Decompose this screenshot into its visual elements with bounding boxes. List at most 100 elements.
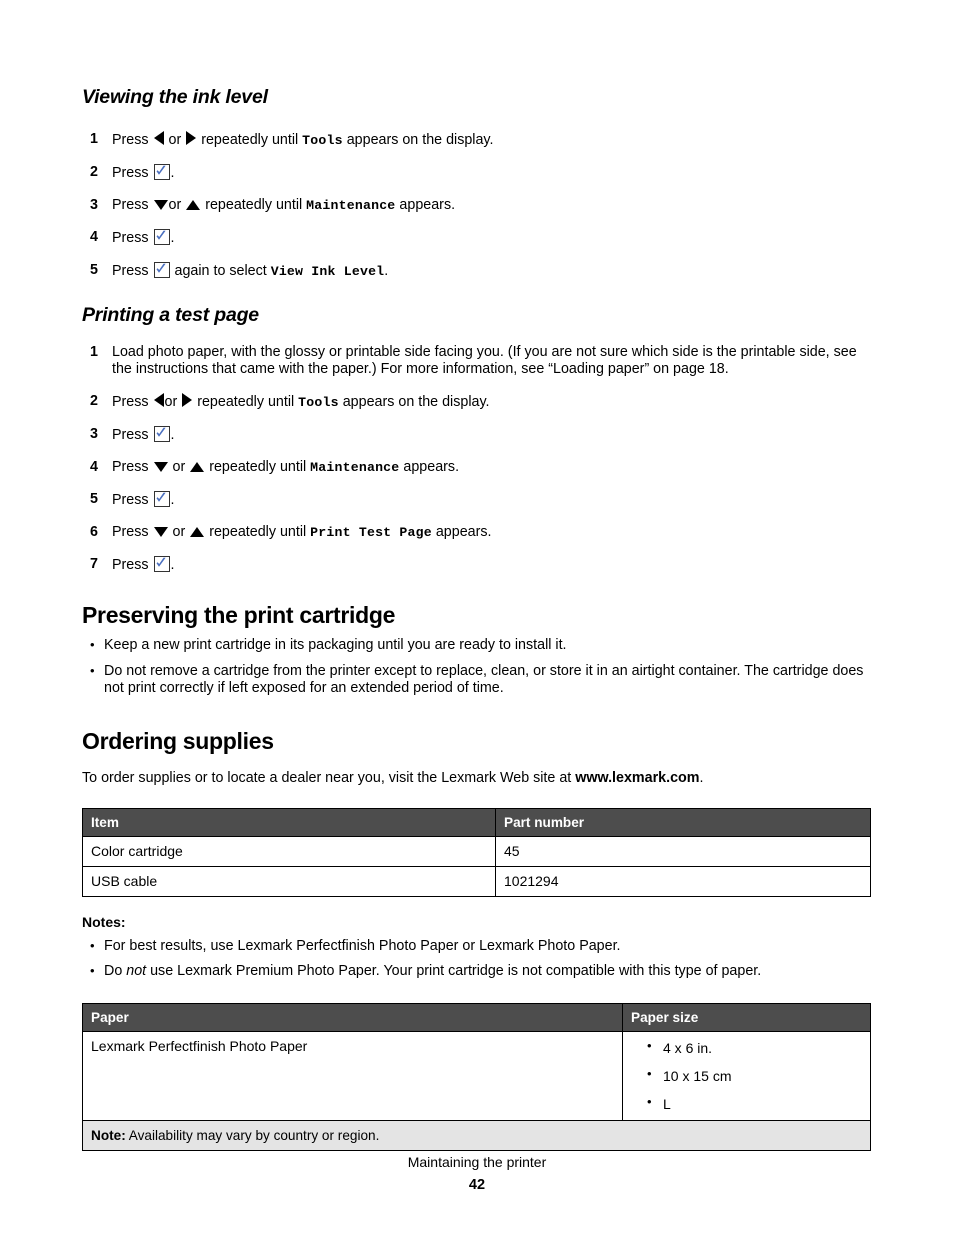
step-text-pre: Press xyxy=(112,132,149,148)
column-header-item: Item xyxy=(82,807,496,837)
step-text-mid: or xyxy=(172,459,186,475)
lexmark-website-link[interactable]: www.lexmark.com xyxy=(575,770,699,786)
step-number: 1 xyxy=(90,344,98,360)
step-item: 5 Press . xyxy=(82,491,872,509)
checkmark-button-icon xyxy=(153,262,170,278)
step-number: 3 xyxy=(90,197,98,213)
column-header-paper: Paper xyxy=(82,1002,623,1032)
list-item: Do not remove a cartridge from the print… xyxy=(82,662,872,698)
step-text-pre: Press xyxy=(112,459,149,475)
step-text-post-b: . xyxy=(170,492,175,508)
step-text-pre: Press xyxy=(112,230,149,246)
step-text-pre: Press xyxy=(112,557,149,573)
table-row: Color cartridge 45 xyxy=(82,835,871,867)
heading-preserving-the-print-cartridge: Preserving the print cartridge xyxy=(82,602,396,628)
list-preserving-tips: Keep a new print cartridge in its packag… xyxy=(82,636,872,698)
step-text-post-b: appears on the display. xyxy=(342,394,490,410)
notes-list: For best results, use Lexmark Perfectfin… xyxy=(82,937,872,981)
display-code: Print Test Page xyxy=(310,525,432,540)
display-code: View Ink Level xyxy=(270,264,385,279)
ordering-intro-pre: To order supplies or to locate a dealer … xyxy=(82,769,576,786)
list-item: Do not use Lexmark Premium Photo Paper. … xyxy=(82,962,872,981)
step-item: 1 Press or repeatedly until Tools appear… xyxy=(82,131,872,149)
cell-paper-sizes: 4 x 6 in. 10 x 15 cm L xyxy=(622,1030,871,1121)
document-page: Viewing the ink level 1 Press or repeate… xyxy=(0,0,954,1235)
checkmark-button-icon xyxy=(153,491,170,507)
step-number: 3 xyxy=(90,426,98,442)
step-text-post-b: appears on the display. xyxy=(346,132,494,148)
supplies-table: Item Part number Color cartridge 45 USB … xyxy=(82,807,871,897)
step-text-pre: Press xyxy=(112,427,149,443)
step-text-pre: Press xyxy=(112,492,149,508)
note-pre: Do xyxy=(104,963,127,979)
down-triangle-icon xyxy=(153,527,168,537)
step-text-mid: or xyxy=(172,524,186,540)
step-text-pre: Press xyxy=(112,263,149,279)
step-item: 1 Load photo paper, with the glossy or p… xyxy=(82,344,872,378)
section-ordering-supplies: Ordering supplies To order supplies or t… xyxy=(82,728,872,1151)
step-item: 4 Press or repeatedly until Maintenance … xyxy=(82,459,872,476)
note-text: Availability may vary by country or regi… xyxy=(125,1127,380,1143)
note-emphasis: not xyxy=(126,963,147,979)
step-text-post-b: appears. xyxy=(399,197,456,213)
checkmark-button-icon xyxy=(153,426,170,442)
step-text-post-b: . xyxy=(170,165,175,181)
step-text-pre: Press xyxy=(112,524,149,540)
heading-printing-a-test-page: Printing a test page xyxy=(82,304,259,326)
up-triangle-icon xyxy=(186,200,201,210)
section-printing-test-page: Printing a test page 1 Load photo paper,… xyxy=(82,304,872,574)
step-text: Load photo paper, with the glossy or pri… xyxy=(112,344,857,377)
step-text-mid: or xyxy=(168,132,182,148)
display-code: Maintenance xyxy=(310,460,400,475)
notes-block: Notes: For best results, use Lexmark Per… xyxy=(82,914,872,981)
note-post: use Lexmark Premium Photo Paper. Your pr… xyxy=(146,963,762,979)
notes-label: Notes: xyxy=(82,913,126,930)
paper-size-list: 4 x 6 in. 10 x 15 cm L xyxy=(631,1038,862,1112)
steps-viewing-ink-level: 1 Press or repeatedly until Tools appear… xyxy=(82,131,872,280)
table-note-row: Note: Availability may vary by country o… xyxy=(82,1119,871,1151)
step-item: 2 Press . xyxy=(82,164,872,182)
step-text-post-b: appears. xyxy=(403,459,460,475)
list-item: 4 x 6 in. xyxy=(643,1038,862,1056)
left-triangle-icon xyxy=(153,131,164,145)
up-triangle-icon xyxy=(190,527,205,537)
table-row: USB cable 1021294 xyxy=(82,865,871,897)
step-item: 6 Press or repeatedly until Print Test P… xyxy=(82,524,872,541)
cell-availability-note: Note: Availability may vary by country o… xyxy=(82,1119,871,1151)
checkmark-button-icon xyxy=(153,229,170,245)
step-item: 2 Press or repeatedly until Tools appear… xyxy=(82,393,872,411)
step-item: 4 Press . xyxy=(82,229,872,247)
step-text-mid: or xyxy=(164,394,178,410)
ordering-intro-post: . xyxy=(699,769,704,786)
section-viewing-ink-level: Viewing the ink level 1 Press or repeate… xyxy=(82,0,872,280)
step-item: 3 Press or repeatedly until Maintenance … xyxy=(82,197,872,214)
display-code: Maintenance xyxy=(306,198,396,213)
display-code: Tools xyxy=(302,133,343,148)
cell-part-number: 45 xyxy=(495,835,871,867)
step-text-post-b: . xyxy=(170,230,175,246)
right-triangle-icon xyxy=(182,393,193,407)
cell-part-number: 1021294 xyxy=(495,865,871,897)
cell-item: USB cable xyxy=(82,865,496,897)
step-text-post-a: repeatedly until xyxy=(197,394,295,410)
step-number: 4 xyxy=(90,459,98,475)
list-item: For best results, use Lexmark Perfectfin… xyxy=(82,937,872,956)
step-number: 2 xyxy=(90,393,98,409)
up-triangle-icon xyxy=(190,462,205,472)
step-text-post-b: appears. xyxy=(435,524,492,540)
step-text-post-b: . xyxy=(384,263,389,279)
page-footer: Maintaining the printer 42 xyxy=(0,1153,954,1193)
step-number: 2 xyxy=(90,164,98,180)
steps-printing-test-page: 1 Load photo paper, with the glossy or p… xyxy=(82,344,872,574)
down-triangle-icon xyxy=(153,462,168,472)
section-preserving-print-cartridge: Preserving the print cartridge Keep a ne… xyxy=(82,602,872,698)
step-text-post-b: . xyxy=(170,427,175,443)
list-item: Keep a new print cartridge in its packag… xyxy=(82,636,872,655)
step-text-pre: Press xyxy=(112,394,149,410)
step-text-post-a: repeatedly until xyxy=(209,524,307,540)
step-text-post-b: . xyxy=(170,557,175,573)
step-number: 4 xyxy=(90,229,98,245)
column-header-part-number: Part number xyxy=(495,807,871,837)
heading-viewing-the-ink-level: Viewing the ink level xyxy=(82,86,268,108)
heading-ordering-supplies: Ordering supplies xyxy=(82,727,274,754)
